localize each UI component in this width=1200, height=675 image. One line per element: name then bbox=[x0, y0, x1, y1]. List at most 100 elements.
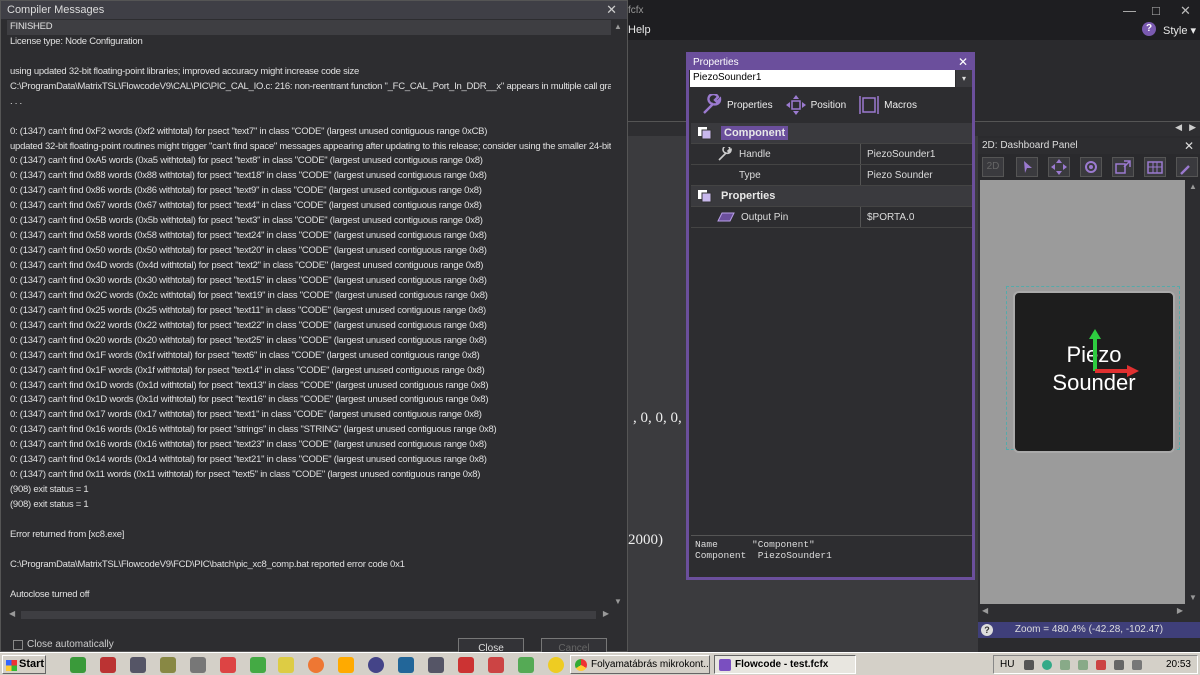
wrench-icon bbox=[703, 94, 722, 114]
language-indicator[interactable]: HU bbox=[1000, 659, 1014, 670]
log-line: 0: (1347) can't find 0x25 words (0x25 wi… bbox=[10, 304, 486, 316]
quicklaunch-icon[interactable] bbox=[518, 657, 534, 673]
log-line: Autoclose turned off bbox=[10, 588, 90, 600]
grid-icon[interactable] bbox=[1144, 157, 1166, 177]
signal-icon[interactable] bbox=[1060, 660, 1070, 670]
tray-icon[interactable] bbox=[1042, 660, 1052, 670]
dashboard-title-bar[interactable]: 2D: Dashboard Panel ✕ bbox=[978, 138, 1200, 154]
start-button[interactable]: Start bbox=[2, 655, 46, 674]
scroll-right-icon[interactable]: ▶ bbox=[1177, 606, 1183, 615]
tray-icon[interactable] bbox=[1096, 660, 1106, 670]
scroll-left-icon[interactable]: ◀ bbox=[982, 606, 988, 615]
quicklaunch-icon[interactable] bbox=[368, 657, 384, 673]
dashboard-toolbar: 2D bbox=[978, 154, 1200, 180]
scroll-left-icon[interactable]: ◀ bbox=[1175, 122, 1182, 133]
close-icon[interactable]: ✕ bbox=[606, 2, 617, 18]
system-tray: HU 20:53 bbox=[993, 655, 1198, 674]
property-value[interactable]: Piezo Sounder bbox=[861, 165, 933, 185]
compiler-title: Compiler Messages bbox=[7, 4, 105, 16]
quicklaunch-icon[interactable] bbox=[70, 657, 86, 673]
tray-icon[interactable] bbox=[1024, 660, 1034, 670]
menu-help[interactable]: Help bbox=[628, 24, 651, 36]
scrollbar-thumb[interactable] bbox=[21, 611, 596, 619]
compiler-title-bar[interactable]: Compiler Messages ✕ bbox=[1, 1, 627, 19]
zoom-status-bar: ? Zoom = 480.4% (-42.28, -102.47) bbox=[978, 622, 1200, 638]
checkbox-box[interactable] bbox=[13, 639, 23, 650]
log-line: 0: (1347) can't find 0x16 words (0x16 wi… bbox=[10, 424, 497, 436]
dashboard-canvas[interactable]: Piezo Sounder bbox=[980, 180, 1185, 604]
chrome-icon bbox=[575, 659, 587, 671]
menu-style[interactable]: Style ▾ bbox=[1163, 24, 1196, 37]
maximize-icon[interactable]: □ bbox=[1152, 3, 1160, 18]
close-automatically-checkbox[interactable]: Close automatically bbox=[13, 639, 114, 650]
clock[interactable]: 20:53 bbox=[1166, 659, 1191, 670]
axis-gizmo-icon[interactable] bbox=[1087, 327, 1143, 379]
quicklaunch-icon[interactable] bbox=[100, 657, 116, 673]
task-label: Folyamatábrás mikrokont... bbox=[591, 659, 710, 670]
component-selector[interactable]: PiezoSounder1 bbox=[690, 70, 955, 87]
scroll-left-icon[interactable]: ◀ bbox=[9, 609, 15, 618]
scroll-up-icon[interactable]: ▲ bbox=[614, 22, 622, 31]
property-row-type[interactable]: Type Piezo Sounder bbox=[691, 165, 972, 186]
move-arrows-icon[interactable] bbox=[1048, 157, 1070, 177]
taskbar-task-flowcode[interactable]: Flowcode - test.fcfx bbox=[714, 655, 856, 674]
compiler-log[interactable]: FINISHED License type: Node Configuration… bbox=[7, 20, 613, 608]
properties-title-bar[interactable]: Properties ✕ bbox=[689, 55, 972, 70]
log-line: 0: (1347) can't find 0xF2 words (0xf2 wi… bbox=[10, 125, 488, 137]
log-line: 0: (1347) can't find 0x58 words (0x58 wi… bbox=[10, 230, 487, 242]
quicklaunch-icon[interactable] bbox=[548, 657, 564, 673]
property-row-output-pin[interactable]: Output Pin $PORTA.0 bbox=[691, 207, 972, 228]
scroll-down-icon[interactable]: ▼ bbox=[1189, 593, 1197, 602]
group-component[interactable]: Component bbox=[691, 123, 972, 144]
resize-icon[interactable] bbox=[1112, 157, 1134, 177]
properties-tab-button[interactable]: Properties bbox=[701, 94, 773, 116]
vertical-scrollbar[interactable]: ▲ ▼ bbox=[611, 20, 625, 608]
network-icon[interactable] bbox=[1114, 660, 1124, 670]
chevron-down-icon[interactable]: ▾ bbox=[956, 70, 972, 87]
quicklaunch-icon[interactable] bbox=[190, 657, 206, 673]
2d-view-button[interactable]: 2D bbox=[982, 157, 1004, 177]
quicklaunch-icon[interactable] bbox=[428, 657, 444, 673]
piezo-sounder-component[interactable]: Piezo Sounder bbox=[1013, 291, 1175, 453]
scroll-right-icon[interactable]: ▶ bbox=[603, 609, 609, 618]
rotate-icon[interactable] bbox=[1080, 157, 1102, 177]
close-icon[interactable]: ✕ bbox=[1184, 139, 1194, 153]
folder-icon[interactable] bbox=[278, 657, 294, 673]
close-icon[interactable]: ✕ bbox=[958, 55, 968, 69]
signal-icon[interactable] bbox=[1078, 660, 1088, 670]
vertical-scrollbar[interactable]: ▲ ▼ bbox=[1185, 180, 1200, 604]
quicklaunch-icon[interactable] bbox=[130, 657, 146, 673]
quicklaunch-icon[interactable] bbox=[220, 657, 236, 673]
quicklaunch-icon[interactable] bbox=[458, 657, 474, 673]
quicklaunch-icon[interactable] bbox=[398, 657, 414, 673]
horizontal-scrollbar[interactable]: ◀ ▶ bbox=[7, 608, 611, 622]
property-row-handle[interactable]: Handle PiezoSounder1 bbox=[691, 144, 972, 165]
scroll-down-icon[interactable]: ▼ bbox=[614, 597, 622, 606]
firefox-icon[interactable] bbox=[308, 657, 324, 673]
volume-icon[interactable] bbox=[1132, 660, 1142, 670]
minimize-icon[interactable]: — bbox=[1123, 3, 1136, 18]
pointer-icon[interactable] bbox=[1016, 157, 1038, 177]
quicklaunch-icon[interactable] bbox=[160, 657, 176, 673]
taskbar-task-chrome[interactable]: Folyamatábrás mikrokont... bbox=[570, 655, 710, 674]
task-label: Flowcode - test.fcfx bbox=[735, 659, 829, 670]
scroll-right-icon[interactable]: ▶ bbox=[1189, 122, 1196, 133]
macros-tab-button[interactable]: Macros bbox=[858, 94, 917, 116]
position-tab-button[interactable]: Position bbox=[785, 94, 846, 116]
log-line: 0: (1347) can't find 0x11 words (0x11 wi… bbox=[10, 469, 481, 481]
wrench-icon[interactable] bbox=[1176, 157, 1198, 177]
property-value[interactable]: PiezoSounder1 bbox=[861, 144, 935, 164]
help-icon[interactable]: ? bbox=[1142, 22, 1156, 36]
horizontal-scrollbar[interactable]: ◀ ▶ bbox=[980, 604, 1185, 618]
media-player-icon[interactable] bbox=[338, 657, 354, 673]
property-value[interactable]: $PORTA.0 bbox=[861, 207, 914, 227]
group-properties[interactable]: Properties bbox=[691, 186, 972, 207]
scroll-up-icon[interactable]: ▲ bbox=[1189, 182, 1197, 191]
move-arrows-icon bbox=[785, 95, 806, 115]
help-icon[interactable]: ? bbox=[981, 624, 993, 636]
close-window-icon[interactable]: ✕ bbox=[1180, 3, 1191, 19]
quicklaunch-icon[interactable] bbox=[488, 657, 504, 673]
quicklaunch-icon[interactable] bbox=[250, 657, 266, 673]
